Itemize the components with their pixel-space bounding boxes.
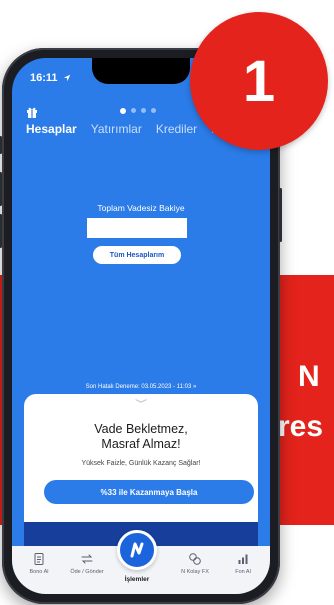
tab-krediler[interactable]: Krediler (156, 122, 197, 136)
n-logo-icon (130, 542, 144, 558)
bar-chart-icon (238, 554, 248, 564)
nav-item-n-kolay-fx[interactable]: N Kolay FX (172, 552, 218, 575)
pager-dots (120, 107, 156, 114)
promo-title: Vade Bekletmez, Masraf Almaz! (24, 422, 258, 452)
nav-item-islemler[interactable] (117, 530, 157, 570)
silent-switch (0, 136, 2, 154)
promo-cta-button[interactable]: %33 ile Kazanmaya Başla (44, 480, 254, 504)
tab-hesaplar[interactable]: Hesaplar (26, 122, 77, 136)
promo-title-line2: Masraf Almaz! (101, 437, 181, 451)
power-button (279, 188, 282, 242)
promo-card: Vade Bekletmez, Masraf Almaz! Yüksek Fai… (24, 394, 258, 522)
bottom-nav: Bono Al Öde / Gönder İşlemler N Kolay FX… (12, 530, 270, 594)
pager-dot (141, 108, 146, 113)
nav-item-bono-al[interactable]: Bono Al (16, 552, 62, 575)
promo-subtitle: Yüksek Faizle, Günlük Kazanç Sağlar! (81, 460, 201, 467)
top-tabs: Hesaplar Yatırımlar Krediler Ka (26, 122, 226, 136)
chevron-down-icon[interactable] (135, 399, 147, 403)
side-heading-line1: N (298, 360, 320, 393)
notch (92, 58, 190, 84)
volume-up-button (0, 172, 2, 206)
screenshot-stage: N Pres 1 16:11 Hesaplar Yatırımlar Kredi… (0, 0, 334, 605)
nav-label: Fon Al (235, 569, 251, 575)
nav-label: Öde / Gönder (70, 569, 104, 575)
document-icon (34, 553, 44, 565)
promo-title-line1: Vade Bekletmez, (94, 422, 188, 436)
nav-label: Bono Al (29, 569, 49, 575)
pager-dot (120, 107, 126, 114)
nav-label: N Kolay FX (181, 569, 209, 575)
last-failed-attempt: Son Hatalı Deneme: 03.05.2023 - 11:03 » (85, 384, 197, 390)
gift-icon[interactable] (26, 106, 38, 118)
step-number: 1 (242, 48, 276, 114)
balance-value (87, 218, 187, 238)
location-arrow-icon (63, 74, 70, 82)
nav-label-islemler: İşlemler (124, 576, 150, 583)
pager-dot (131, 108, 136, 113)
status-time: 16:11 (30, 72, 71, 84)
nav-item-fon-al[interactable]: Fon Al (220, 552, 266, 575)
step-badge: 1 (190, 12, 328, 150)
nav-item-ode-gonder[interactable]: Öde / Gönder (64, 552, 110, 575)
all-accounts-button[interactable]: Tüm Hesaplarım (93, 246, 181, 264)
pager-dot (151, 108, 156, 113)
balance-label: Toplam Vadesiz Bakiye (97, 203, 185, 213)
transfer-icon (81, 554, 93, 564)
volume-down-button (0, 214, 2, 248)
currency-exchange-icon (189, 553, 201, 565)
tab-yatirimlar[interactable]: Yatırımlar (91, 122, 142, 136)
